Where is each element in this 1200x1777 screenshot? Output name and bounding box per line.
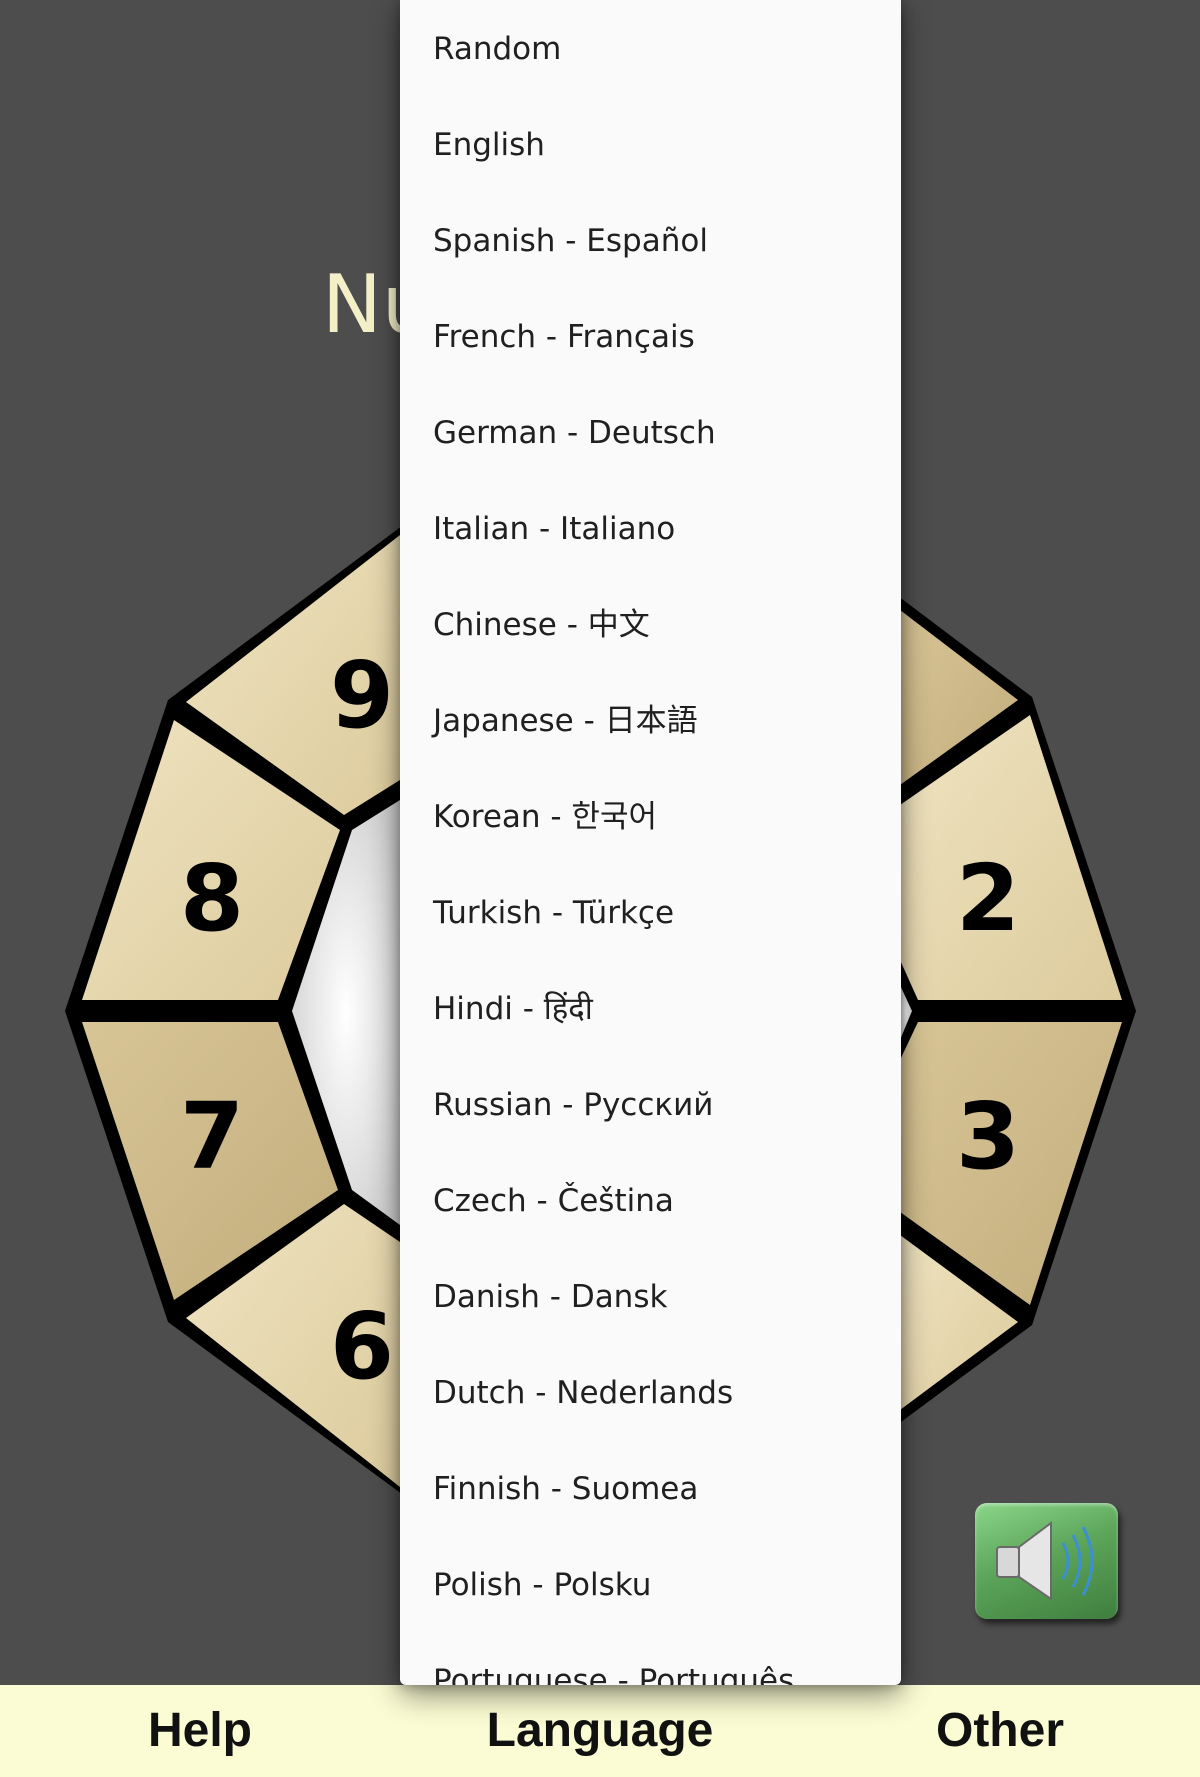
digit-3: 3 bbox=[956, 1083, 1020, 1190]
language-option-italian[interactable]: Italian - Italiano bbox=[400, 480, 901, 576]
digit-2: 2 bbox=[956, 845, 1020, 952]
language-option-russian[interactable]: Russian - Русский bbox=[400, 1056, 901, 1152]
digit-7: 7 bbox=[180, 1083, 244, 1190]
other-tab[interactable]: Other bbox=[900, 1685, 1100, 1777]
language-option-polish[interactable]: Polish - Polsku bbox=[400, 1536, 901, 1632]
language-option-french[interactable]: French - Français bbox=[400, 288, 901, 384]
bottom-bar: Help Language Other bbox=[0, 1685, 1200, 1777]
language-dropdown[interactable]: Random English Spanish - Español French … bbox=[400, 0, 901, 1685]
language-option-english[interactable]: English bbox=[400, 96, 901, 192]
language-option-finnish[interactable]: Finnish - Suomea bbox=[400, 1440, 901, 1536]
language-option-dutch[interactable]: Dutch - Nederlands bbox=[400, 1344, 901, 1440]
language-option-portuguese[interactable]: Portuguese - Português bbox=[400, 1632, 901, 1685]
language-option-japanese[interactable]: Japanese - 日本語 bbox=[400, 672, 901, 768]
language-option-danish[interactable]: Danish - Dansk bbox=[400, 1248, 901, 1344]
language-option-czech[interactable]: Czech - Čeština bbox=[400, 1152, 901, 1248]
app-screen: Nu 9 8 7 6 2 3 Help Language Other Rando… bbox=[0, 0, 1200, 1777]
help-tab[interactable]: Help bbox=[100, 1685, 300, 1777]
language-option-korean[interactable]: Korean - 한국어 bbox=[400, 768, 901, 864]
language-tab[interactable]: Language bbox=[440, 1685, 760, 1777]
language-option-hindi[interactable]: Hindi - हिंदी bbox=[400, 960, 901, 1056]
digit-9: 9 bbox=[330, 642, 394, 749]
language-option-spanish[interactable]: Spanish - Español bbox=[400, 192, 901, 288]
language-option-turkish[interactable]: Turkish - Türkçe bbox=[400, 864, 901, 960]
language-option-german[interactable]: German - Deutsch bbox=[400, 384, 901, 480]
speaker-icon bbox=[996, 1521, 1094, 1601]
language-list: Random English Spanish - Español French … bbox=[400, 0, 901, 1685]
digit-8: 8 bbox=[180, 845, 244, 952]
language-option-chinese[interactable]: Chinese - 中文 bbox=[400, 576, 901, 672]
digit-6: 6 bbox=[330, 1293, 394, 1400]
language-option-random[interactable]: Random bbox=[400, 0, 901, 96]
sound-button[interactable] bbox=[975, 1503, 1118, 1619]
